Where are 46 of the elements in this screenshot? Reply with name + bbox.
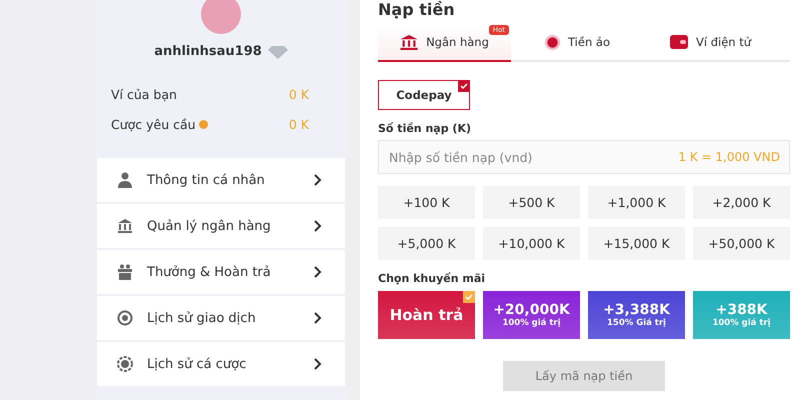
amount-preset[interactable]: +100 K bbox=[378, 186, 475, 219]
tab[interactable]: Tiền ảo bbox=[511, 24, 644, 62]
history-icon bbox=[117, 310, 133, 326]
rate-text: 1 K = 1,000 VND bbox=[678, 150, 780, 164]
method-option[interactable]: Codepay bbox=[378, 80, 470, 110]
chevron-icon bbox=[313, 358, 323, 370]
amount-preset[interactable]: +1,000 K bbox=[588, 186, 685, 219]
wallet-label: Ví của bạn bbox=[111, 87, 177, 102]
coin-icon bbox=[117, 356, 133, 372]
chevron-icon bbox=[313, 220, 323, 232]
bank-icon bbox=[400, 34, 418, 50]
promo-card[interactable]: +3,388K 150% Giá trị bbox=[588, 291, 685, 339]
chevron-icon bbox=[313, 266, 323, 278]
promo-card[interactable]: Hoàn trả bbox=[378, 291, 475, 339]
wallet-icon bbox=[670, 35, 688, 49]
amount-preset[interactable]: +15,000 K bbox=[588, 227, 685, 260]
bank-icon bbox=[117, 218, 133, 234]
amount-preset[interactable]: +10,000 K bbox=[483, 227, 580, 260]
check-icon bbox=[458, 80, 470, 92]
check-icon bbox=[463, 291, 475, 303]
username: anhlinhsau198 bbox=[154, 44, 262, 59]
user-icon bbox=[117, 172, 133, 188]
menu-item[interactable]: Lịch sử giao dịch bbox=[97, 296, 345, 342]
menu-item[interactable]: Thông tin cá nhân bbox=[97, 158, 345, 204]
bet-label: Cược yêu cầu bbox=[111, 117, 196, 132]
avatar-icon bbox=[201, 0, 241, 34]
tab[interactable]: Ví điện tử bbox=[644, 24, 777, 62]
promo-card[interactable]: +20,000K 100% giá trị bbox=[483, 291, 580, 339]
menu-item[interactable]: Quản lý ngân hàng bbox=[97, 204, 345, 250]
amount-preset[interactable]: +500 K bbox=[483, 186, 580, 219]
help-icon bbox=[198, 120, 208, 129]
amount-preset[interactable]: +5,000 K bbox=[378, 227, 475, 260]
bet-value: 0 K bbox=[288, 117, 309, 132]
chevron-icon bbox=[313, 174, 323, 186]
chevron-icon bbox=[313, 312, 323, 324]
amount-label: Số tiền nạp (K) bbox=[378, 122, 472, 135]
page-title: Nạp tiền bbox=[378, 0, 456, 20]
wallet-value: 0 K bbox=[288, 87, 309, 102]
menu-item[interactable]: Thưởng & Hoàn trả bbox=[97, 250, 345, 296]
amount-preset[interactable]: +50,000 K bbox=[693, 227, 790, 260]
promo-label: Chọn khuyến mãi bbox=[378, 272, 486, 285]
amount-preset[interactable]: +2,000 K bbox=[693, 186, 790, 219]
menu-item[interactable]: Lịch sử cá cược bbox=[97, 342, 345, 388]
diamond-icon bbox=[268, 44, 288, 58]
gift-icon bbox=[117, 264, 133, 280]
coin-icon bbox=[545, 34, 560, 50]
